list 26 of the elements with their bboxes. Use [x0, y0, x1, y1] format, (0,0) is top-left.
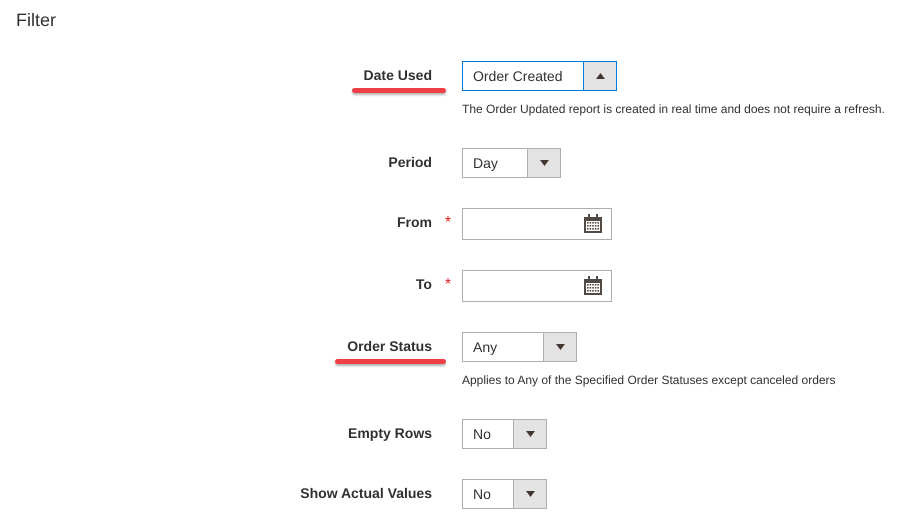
- dropdown-select[interactable]: No: [462, 419, 547, 449]
- field-label: Show Actual Values: [300, 485, 432, 501]
- dropdown-select[interactable]: Day: [462, 148, 561, 178]
- section-title: Filter: [16, 9, 56, 32]
- calendar-icon[interactable]: [583, 214, 603, 234]
- field-label: Empty Rows: [348, 425, 432, 441]
- calendar-icon[interactable]: [583, 276, 603, 296]
- field-note: The Order Updated report is created in real time and does not require a refresh.: [462, 101, 885, 118]
- caret-up-icon: [596, 73, 604, 79]
- field-label: To: [416, 276, 432, 292]
- required-asterisk: *: [444, 213, 452, 233]
- field-label: From: [397, 214, 432, 230]
- date-field[interactable]: [462, 270, 612, 302]
- dropdown-select[interactable]: Order Created: [462, 61, 617, 91]
- caret-down-icon: [540, 160, 548, 166]
- dropdown-select[interactable]: No: [462, 479, 547, 509]
- field-label: Date Used: [364, 67, 432, 83]
- date-field[interactable]: [462, 208, 612, 240]
- dropdown-select[interactable]: Any: [462, 332, 577, 362]
- caret-down-icon: [526, 491, 534, 497]
- field-label: Order Status: [347, 338, 432, 354]
- field-note: Applies to Any of the Specified Order Statuses except canceled orders: [462, 372, 836, 389]
- caret-down-icon: [526, 431, 534, 437]
- required-asterisk: *: [444, 275, 452, 295]
- caret-down-icon: [556, 344, 564, 350]
- field-label: Period: [388, 154, 432, 170]
